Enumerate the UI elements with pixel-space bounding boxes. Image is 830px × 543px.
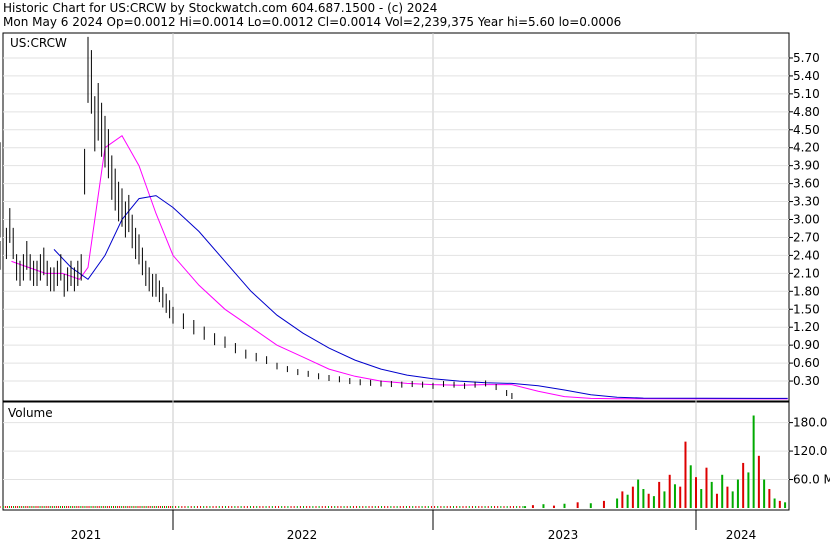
price-tick-label: 1.80 [793,284,820,298]
price-tick-label: 4.50 [793,123,820,137]
x-tick-label: 2022 [287,528,318,542]
x-tick-label: 2021 [71,528,102,542]
volume-panel [2,401,790,511]
price-tick-label: 4.80 [793,105,820,119]
price-tick-label: 1.50 [793,302,820,316]
price-tick-label: 2.40 [793,248,820,262]
price-tick-label: 5.70 [793,51,820,65]
price-y-axis: 5.70 5.40 5.10 4.80 4.50 4.20 3.90 3.60 3.30 3.00… [789,51,820,388]
price-tick-label: 0.90 [793,338,820,352]
price-tick-label: 5.40 [793,69,820,83]
price-tick-label: 2.10 [793,266,820,280]
price-tick-label: 1.20 [793,320,820,334]
stock-chart: US:CRCW Volume 5.70 5.40 5.10 4.80 4.50 4.20 3… [0,32,830,542]
price-panel [2,32,790,402]
volume-tick-label: 180.0 M [793,416,830,430]
price-tick-label: 0.60 [793,356,820,370]
x-axis: 2021 2022 2023 2024 [3,509,789,542]
price-tick-label: 3.60 [793,177,820,191]
price-panel-label: US:CRCW [10,36,67,50]
volume-tick-label: 60.0 M [793,473,830,487]
volume-tick-label: 120.0 M [793,444,830,458]
price-tick-label: 5.10 [793,87,820,101]
price-tick-label: 3.30 [793,195,820,209]
price-tick-label: 3.90 [793,159,820,173]
price-tick-label: 0.30 [793,374,820,388]
price-tick-label: 4.20 [793,141,820,155]
x-tick-label: 2024 [726,528,757,542]
volume-panel-label: Volume [8,406,53,420]
volume-y-axis: 180.0 M 120.0 M 60.0 M [789,416,830,487]
price-tick-label: 2.70 [793,230,820,244]
price-tick-label: 3.00 [793,213,820,227]
x-tick-label: 2023 [548,528,579,542]
